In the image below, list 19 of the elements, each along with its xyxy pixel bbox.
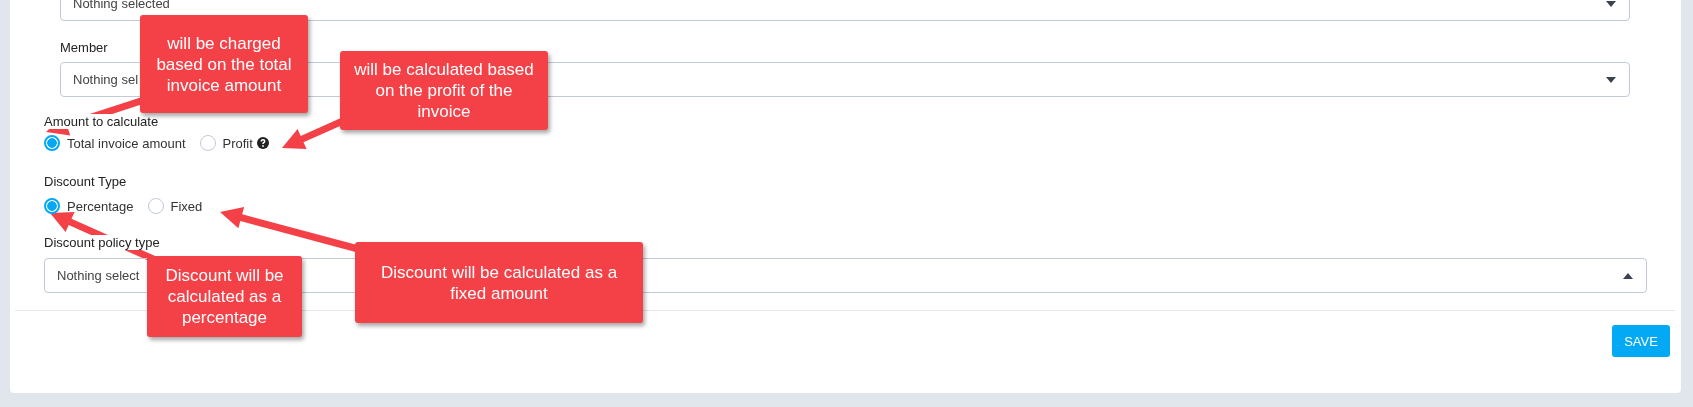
field-label: Discount Type xyxy=(44,174,129,189)
caret-icon xyxy=(1623,272,1633,279)
radio-button[interactable] xyxy=(199,135,216,151)
callout: Discount will be calculated as a percentage xyxy=(147,256,302,337)
caret-icon xyxy=(1606,0,1616,7)
radio-button[interactable] xyxy=(44,135,60,151)
option-label: Total invoice amount xyxy=(67,135,186,151)
option-label: Profit xyxy=(222,135,253,151)
callout: will be charged based on the total invoice amount xyxy=(140,15,308,113)
field-label: Amount to calculate xyxy=(44,114,161,129)
field-label: Member xyxy=(60,40,110,55)
option-label: Fixed xyxy=(170,198,203,214)
caret-icon xyxy=(1606,76,1616,83)
radio-button[interactable] xyxy=(147,198,164,214)
radio-button[interactable] xyxy=(44,198,60,214)
field-label: Discount policy type xyxy=(44,235,162,250)
callout: Discount will be calculated as a fixed amount xyxy=(355,242,643,323)
callout: will be calculated based on the profit of the invoice xyxy=(340,51,548,130)
option-label: Percentage xyxy=(67,198,134,214)
